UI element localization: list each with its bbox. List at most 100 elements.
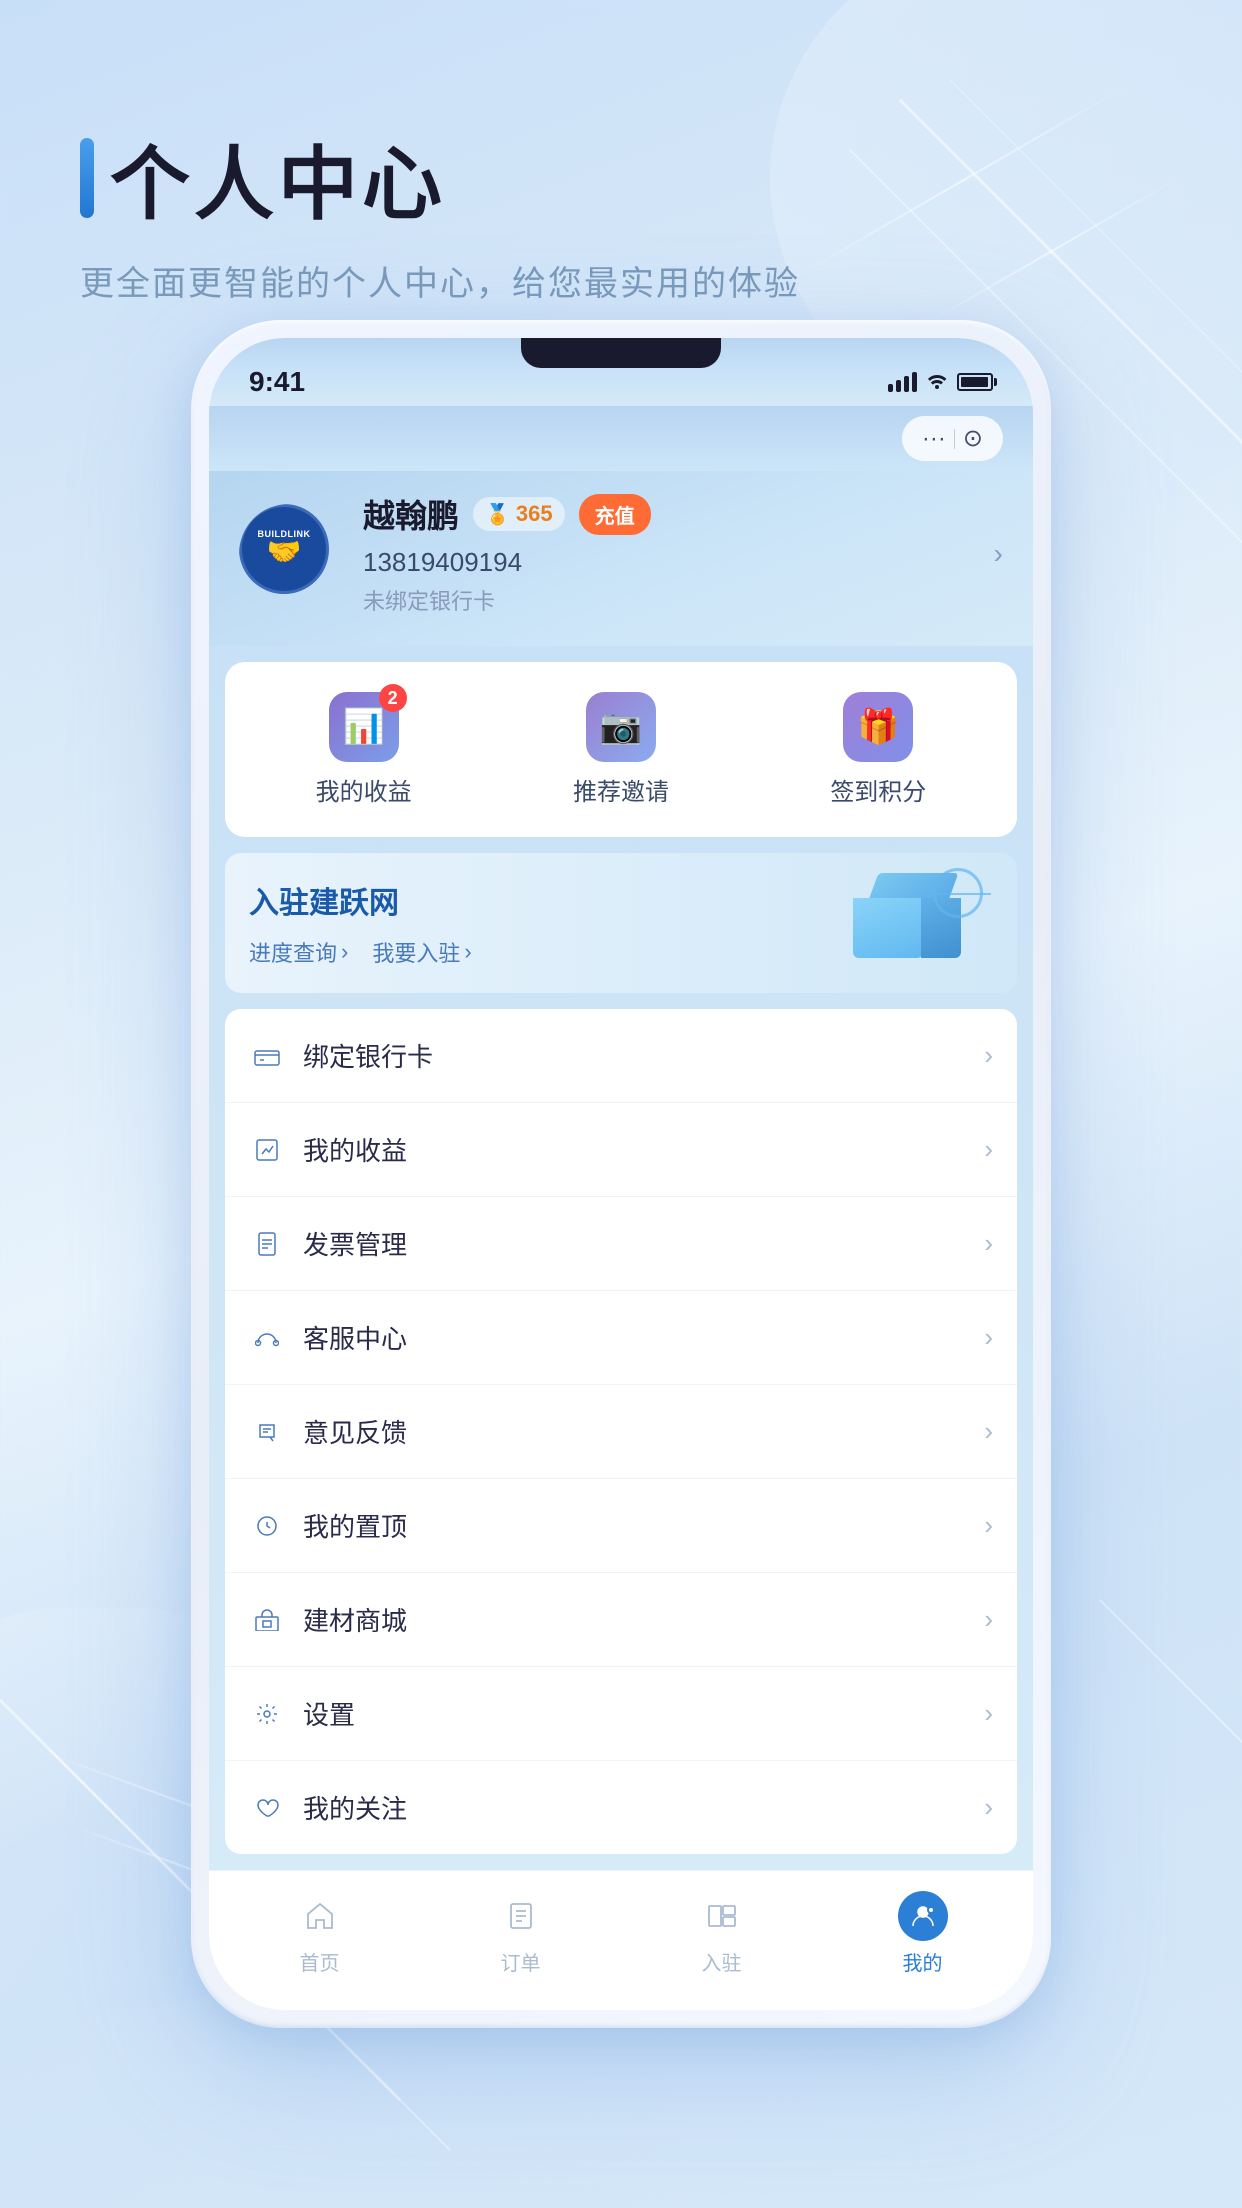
points-number: 365 xyxy=(516,501,553,527)
banner-left: 入驻建跃网 进度查询 › 我要入驻 › xyxy=(249,878,472,968)
customer-service-icon xyxy=(249,1327,285,1349)
buildlink-logo: BUILDLINK 🤝 xyxy=(239,504,329,594)
status-icons xyxy=(888,369,993,395)
page-subtitle: 更全面更智能的个人中心，给您最实用的体验 xyxy=(80,256,1162,305)
wifi-icon xyxy=(925,369,949,395)
banner-links: 进度查询 › 我要入驻 › xyxy=(249,936,472,968)
shop-icon xyxy=(249,1609,285,1631)
settings-arrow: › xyxy=(984,1698,993,1729)
profile-name-row: 越翰鹏 🏅 365 充值 xyxy=(363,491,984,537)
signal-icon xyxy=(888,372,917,392)
3d-box xyxy=(853,873,973,963)
menu-item-feedback[interactable]: 意见反馈 › xyxy=(225,1385,1017,1479)
options-button[interactable]: ··· ⊙ xyxy=(902,416,1003,461)
bank-label: 绑定银行卡 xyxy=(303,1037,984,1074)
invite-icon: 📷 xyxy=(600,707,642,747)
bottom-nav: 首页 订单 xyxy=(209,1870,1033,2010)
invoice-icon xyxy=(249,1232,285,1256)
menu-item-settings[interactable]: 设置 › xyxy=(225,1667,1017,1761)
checkin-icon: 🎁 xyxy=(857,707,899,747)
customer-service-label: 客服中心 xyxy=(303,1319,984,1356)
nav-item-orders[interactable]: 订单 xyxy=(480,1887,562,1980)
menu-list: 绑定银行卡 › 我的收益 › xyxy=(225,1009,1017,1854)
checkin-icon-wrap: 🎁 xyxy=(843,692,913,762)
quick-item-checkin[interactable]: 🎁 签到积分 xyxy=(810,682,946,817)
menu-item-earnings[interactable]: 我的收益 › xyxy=(225,1103,1017,1197)
points-badge: 🏅 365 xyxy=(473,497,565,531)
top-action-bar: ··· ⊙ xyxy=(209,406,1033,471)
avatar[interactable]: BUILDLINK 🤝 xyxy=(239,504,339,604)
join-link-arrow: › xyxy=(464,939,471,965)
banner-3d-graphic xyxy=(853,873,993,973)
shop-arrow: › xyxy=(984,1604,993,1635)
camera-icon: ⊙ xyxy=(963,424,983,453)
shop-label: 建材商城 xyxy=(303,1601,984,1638)
earnings-menu-arrow: › xyxy=(984,1134,993,1165)
earnings-menu-label: 我的收益 xyxy=(303,1131,984,1168)
profile-bank-status: 未绑定银行卡 xyxy=(363,584,984,616)
phone-screen: 9:41 xyxy=(209,338,1033,2010)
phone-notch xyxy=(521,338,721,368)
checkin-label: 签到积分 xyxy=(830,772,926,807)
join-nav-icon xyxy=(697,1891,747,1941)
earnings-icon-wrap: 📊 2 xyxy=(329,692,399,762)
earnings-label: 我的收益 xyxy=(316,772,412,807)
quick-item-earnings[interactable]: 📊 2 我的收益 xyxy=(296,682,432,817)
dots-icon: ··· xyxy=(922,425,946,453)
invite-icon-wrap: 📷 xyxy=(586,692,656,762)
banner-title: 入驻建跃网 xyxy=(249,878,472,922)
status-time: 9:41 xyxy=(249,366,305,398)
menu-item-follow[interactable]: 我的关注 › xyxy=(225,1761,1017,1854)
profile-phone: 13819409194 xyxy=(363,547,984,578)
recharge-button[interactable]: 充值 xyxy=(579,494,651,535)
menu-item-customer-service[interactable]: 客服中心 › xyxy=(225,1291,1017,1385)
nav-item-home[interactable]: 首页 xyxy=(279,1887,361,1980)
join-link-text: 我要入驻 xyxy=(372,936,460,968)
banner-link-join[interactable]: 我要入驻 › xyxy=(372,936,471,968)
feedback-icon xyxy=(249,1421,285,1443)
phone-outer-shell: 9:41 xyxy=(191,320,1051,2028)
progress-link-arrow: › xyxy=(341,939,348,965)
profile-info: 越翰鹏 🏅 365 充值 13819409194 未绑定银行卡 xyxy=(363,491,984,616)
feedback-arrow: › xyxy=(984,1416,993,1447)
banner[interactable]: 入驻建跃网 进度查询 › 我要入驻 › xyxy=(225,853,1017,993)
nav-item-join[interactable]: 入驻 xyxy=(681,1887,763,1980)
divider xyxy=(954,429,955,449)
earnings-icon: 📊 xyxy=(342,707,384,747)
quick-access-row: 📊 2 我的收益 📷 推荐邀请 🎁 xyxy=(225,662,1017,837)
home-nav-icon xyxy=(295,1891,345,1941)
menu-item-bank[interactable]: 绑定银行卡 › xyxy=(225,1009,1017,1103)
menu-item-invoice[interactable]: 发票管理 › xyxy=(225,1197,1017,1291)
earnings-badge: 2 xyxy=(379,684,407,712)
points-icon: 🏅 xyxy=(485,502,510,527)
orders-nav-label: 订单 xyxy=(501,1947,541,1976)
home-nav-label: 首页 xyxy=(300,1947,340,1976)
bank-icon xyxy=(249,1046,285,1066)
profile-arrow-icon[interactable]: › xyxy=(994,538,1003,570)
follow-arrow: › xyxy=(984,1792,993,1823)
battery-icon xyxy=(957,373,993,391)
progress-link-text: 进度查询 xyxy=(249,936,337,968)
earnings-menu-icon xyxy=(249,1139,285,1161)
phone-mockup: 9:41 xyxy=(191,320,1051,2028)
bank-arrow: › xyxy=(984,1040,993,1071)
mine-nav-label: 我的 xyxy=(903,1947,943,1976)
pinned-label: 我的置顶 xyxy=(303,1507,984,1544)
banner-link-progress[interactable]: 进度查询 › xyxy=(249,936,348,968)
title-bar-decoration xyxy=(80,138,94,218)
pinned-arrow: › xyxy=(984,1510,993,1541)
pinned-icon xyxy=(249,1515,285,1537)
quick-item-invite[interactable]: 📷 推荐邀请 xyxy=(553,682,689,817)
settings-label: 设置 xyxy=(303,1695,984,1732)
feedback-label: 意见反馈 xyxy=(303,1413,984,1450)
mine-nav-icon xyxy=(898,1891,948,1941)
profile-section: BUILDLINK 🤝 越翰鹏 🏅 365 充值 xyxy=(209,471,1033,646)
menu-item-shop[interactable]: 建材商城 › xyxy=(225,1573,1017,1667)
nav-item-mine[interactable]: 我的 xyxy=(882,1887,964,1980)
invite-label: 推荐邀请 xyxy=(573,772,669,807)
profile-name: 越翰鹏 xyxy=(363,491,459,537)
follow-label: 我的关注 xyxy=(303,1789,984,1826)
settings-icon xyxy=(249,1703,285,1725)
invoice-label: 发票管理 xyxy=(303,1225,984,1262)
menu-item-pinned[interactable]: 我的置顶 › xyxy=(225,1479,1017,1573)
